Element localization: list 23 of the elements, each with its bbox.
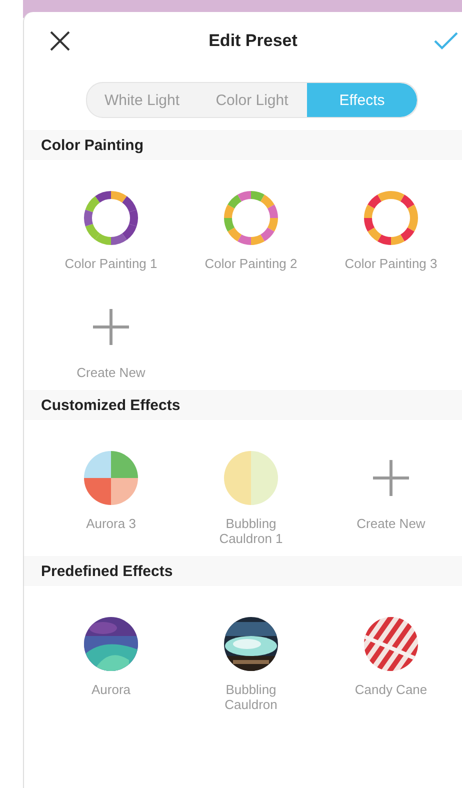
color-pie-icon[interactable] xyxy=(83,450,139,506)
item-label: Create New xyxy=(356,516,426,531)
section-header: Customized Effects xyxy=(24,390,462,420)
item-label: Bubbling Cauldron xyxy=(224,682,278,712)
tab[interactable]: White Light xyxy=(87,83,197,117)
item-label: Color Painting 1 xyxy=(64,256,158,271)
window-title: Edit Preset xyxy=(208,31,298,51)
tab[interactable]: Color Light xyxy=(197,83,307,117)
section-header: Predefined Effects xyxy=(24,556,462,586)
item-label: Bubbling Cauldron 1 xyxy=(218,516,284,546)
tab[interactable]: Effects xyxy=(307,83,417,117)
section-header: Color Painting xyxy=(24,130,462,160)
item-label: Color Painting 3 xyxy=(344,256,438,271)
item-label: Aurora 3 xyxy=(85,516,137,531)
item-label: Aurora xyxy=(90,682,132,697)
item-label: Color Painting 2 xyxy=(204,256,298,271)
item-label: Create New xyxy=(76,365,146,380)
close-icon[interactable] xyxy=(48,29,72,53)
color-pie-icon[interactable] xyxy=(223,450,279,506)
color-ring-icon[interactable] xyxy=(223,190,279,246)
color-ring-icon[interactable] xyxy=(83,190,139,246)
item-label: Candy Cane xyxy=(354,682,428,697)
color-ring-icon[interactable] xyxy=(363,190,419,246)
